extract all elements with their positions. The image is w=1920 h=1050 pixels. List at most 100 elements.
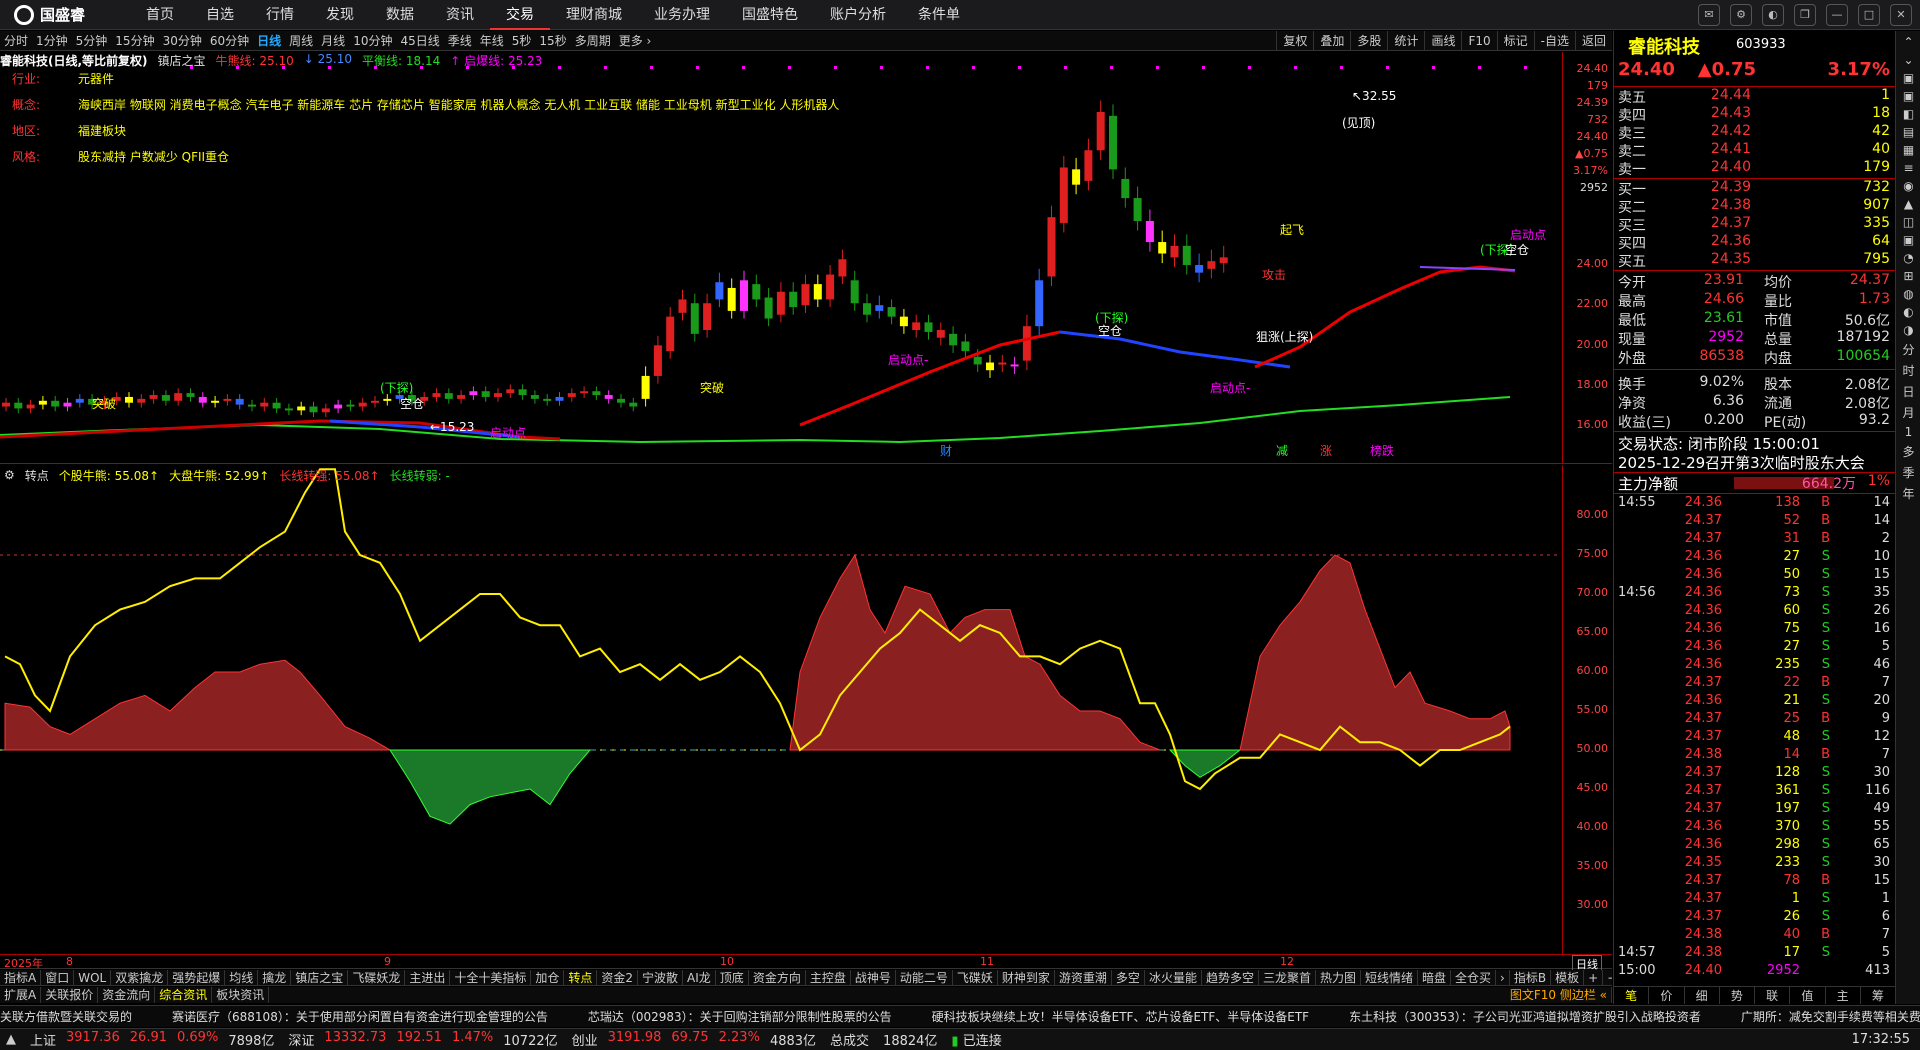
vertical-tool[interactable]: ⊞ [1896,269,1920,283]
period-tab[interactable]: 年线 [476,32,508,49]
osc-title[interactable]: 转点 [25,467,49,484]
quote-tab[interactable]: 主 [1826,987,1861,1004]
app-logo[interactable]: 国盛睿 [0,4,130,25]
period-tab[interactable]: 5秒 [508,32,536,49]
oscillator-chart[interactable]: ⚙ 转点 个股牛熊: 55.08↑ 大盘牛熊: 52.99↑ 长线转强: 55.08… [0,465,1612,955]
indicator-tab[interactable]: 窗口 [41,970,75,985]
indicator-tab[interactable]: 游资重潮 [1055,970,1112,985]
menu-item[interactable]: 交易 [490,0,550,30]
indicator-tab[interactable]: 热力图 [1316,970,1361,985]
vertical-tool[interactable]: ▣ [1896,71,1920,85]
period-tab[interactable]: 1分钟 [32,32,72,49]
quote-tab[interactable]: 价 [1649,987,1685,1004]
minimize-icon[interactable]: — [1826,4,1848,26]
vertical-tool[interactable]: ◑ [1896,323,1920,337]
quote-tab[interactable]: 细 [1685,987,1720,1004]
chart-tool-button[interactable]: 多股 [1350,31,1387,51]
vertical-tool[interactable]: 季 [1896,464,1920,481]
period-tab[interactable]: 多周期 [571,32,615,49]
period-tab[interactable]: 周线 [285,32,317,49]
indicator-tab[interactable]: 多空 [1112,970,1145,985]
vertical-tool[interactable]: ≡ [1896,161,1920,175]
vertical-tool[interactable]: ◉ [1896,179,1920,193]
bottom-tab[interactable]: 综合资讯 [155,987,213,1003]
indicator-tab[interactable]: 十全十美指标 [450,970,532,985]
indicator-tab[interactable]: 资金2 [597,970,639,985]
bottom-tab[interactable]: 资金流向 [98,987,156,1003]
menu-item[interactable]: 账户分析 [814,0,902,30]
period-tab[interactable]: 45日线 [396,32,443,49]
period-tab[interactable]: 季线 [444,32,476,49]
indicator-tab[interactable]: 镇店之宝 [291,970,349,985]
indicator-tab[interactable]: 动能二号 [896,970,953,985]
period-tab[interactable]: 15分钟 [111,32,158,49]
close-icon[interactable]: ✕ [1890,4,1912,26]
indicator-tab[interactable]: 模板 [1551,970,1585,985]
quote-tab[interactable]: 势 [1720,987,1755,1004]
period-tab[interactable]: 5分钟 [72,32,112,49]
vertical-tool[interactable]: ◍ [1896,287,1920,301]
menu-item[interactable]: 首页 [130,0,190,30]
period-tab[interactable]: 60分钟 [206,32,253,49]
window-mode-icon[interactable]: ❐ [1794,4,1816,26]
indicator-tab[interactable]: 飞碟妖龙 [348,970,406,985]
vertical-tool[interactable]: 年 [1896,485,1920,502]
news-item[interactable]: 硬科技板块继续上攻！半导体设备ETF、芯片设备ETF、半导体设备ETF [932,1010,1309,1024]
menu-item[interactable]: 条件单 [902,0,976,30]
menu-item[interactable]: 数据 [370,0,430,30]
indicator-tab[interactable]: 短线情绪 [1361,970,1419,985]
chart-tool-button[interactable]: 叠加 [1313,31,1350,51]
vertical-tool[interactable]: 1 [1896,425,1920,439]
indicator-tab[interactable]: 趋势多空 [1202,970,1259,985]
indicator-tab[interactable]: 飞碟妖 [953,970,998,985]
menu-item[interactable]: 理财商城 [550,0,638,30]
indicator-tab[interactable]: 强势起爆 [168,970,226,985]
bottom-tab[interactable]: 关联报价 [41,987,99,1003]
news-item[interactable]: 关联方借款暨关联交易的 [0,1010,132,1024]
chart-tool-button[interactable]: 返回 [1574,31,1612,51]
indicator-tab[interactable]: › [1496,970,1510,985]
period-tab[interactable]: 日线 [253,32,285,49]
vertical-tool[interactable]: 多 [1896,443,1920,460]
menu-item[interactable]: 国盛特色 [726,0,814,30]
chart-tool-button[interactable]: F10 [1461,31,1496,51]
vertical-tool[interactable]: ▤ [1896,125,1920,139]
side-panel-toggle[interactable]: 图文F10 侧边栏 « [1506,987,1612,1003]
indicator-tab[interactable]: 指标A [0,970,42,985]
vertical-tool[interactable]: ⌄ [1896,53,1920,67]
indicator-tab[interactable]: 主进出 [405,970,451,985]
indicator-tab[interactable]: 加仓 [531,970,565,985]
vertical-tool[interactable]: ◫ [1896,215,1920,229]
indicator-tab[interactable]: WOL [74,970,112,985]
quote-tab[interactable]: 笔 [1614,987,1650,1004]
index-quote[interactable]: 上证 3917.36 26.91 0.69% 7898亿 [30,1030,274,1049]
news-item[interactable]: 东土科技（300353）：子公司光亚鸿道拟增资扩股引入战略投资者 [1349,1010,1701,1024]
news-item[interactable]: 赛诺医疗（688108）：关于使用部分闲置自有资金进行现金管理的公告 [172,1010,548,1024]
quote-tab[interactable]: 联 [1755,987,1791,1004]
chart-tool-button[interactable]: 统计 [1387,31,1424,51]
indicator-tab[interactable]: 宁波散 [638,970,684,985]
chart-tool-button[interactable]: 标记 [1496,31,1534,51]
index-quote[interactable]: 创业 3191.98 69.75 2.23% 4883亿 [572,1030,816,1049]
chart-tool-button[interactable]: -自选 [1533,31,1575,51]
vertical-tool[interactable]: ▣ [1896,233,1920,247]
vertical-tool[interactable]: 日 [1896,383,1920,400]
bottom-tab[interactable]: 板块资讯 [212,987,270,1003]
indicator-tab[interactable]: 暗盘 [1418,970,1452,985]
vertical-tool[interactable]: ◐ [1896,305,1920,319]
period-tab[interactable]: 分时 [0,32,32,49]
news-item[interactable]: 芯瑞达（002983）：关于回购注销部分限制性股票的公告 [588,1010,892,1024]
menu-item[interactable]: 业务办理 [638,0,726,30]
indicator-tab[interactable]: 指标B [1510,970,1552,985]
maximize-icon[interactable]: □ [1858,4,1880,26]
news-ticker[interactable]: 关联方借款暨关联交易的 赛诺医疗（688108）：关于使用部分闲置自有资金进行现金… [0,1005,1920,1027]
indicator-tab[interactable]: 转点 [564,970,598,985]
indicator-tab[interactable]: 擒龙 [258,970,292,985]
news-item[interactable]: 广期所：减免交割手续费等相关费 [1741,1010,1920,1024]
menu-item[interactable]: 自选 [190,0,250,30]
start-icon[interactable]: ▲ [6,1032,16,1047]
period-tab[interactable]: 15秒 [535,32,570,49]
menu-item[interactable]: 行情 [250,0,310,30]
indicator-tab[interactable]: 全仓买 [1451,970,1497,985]
menu-item[interactable]: 资讯 [430,0,490,30]
